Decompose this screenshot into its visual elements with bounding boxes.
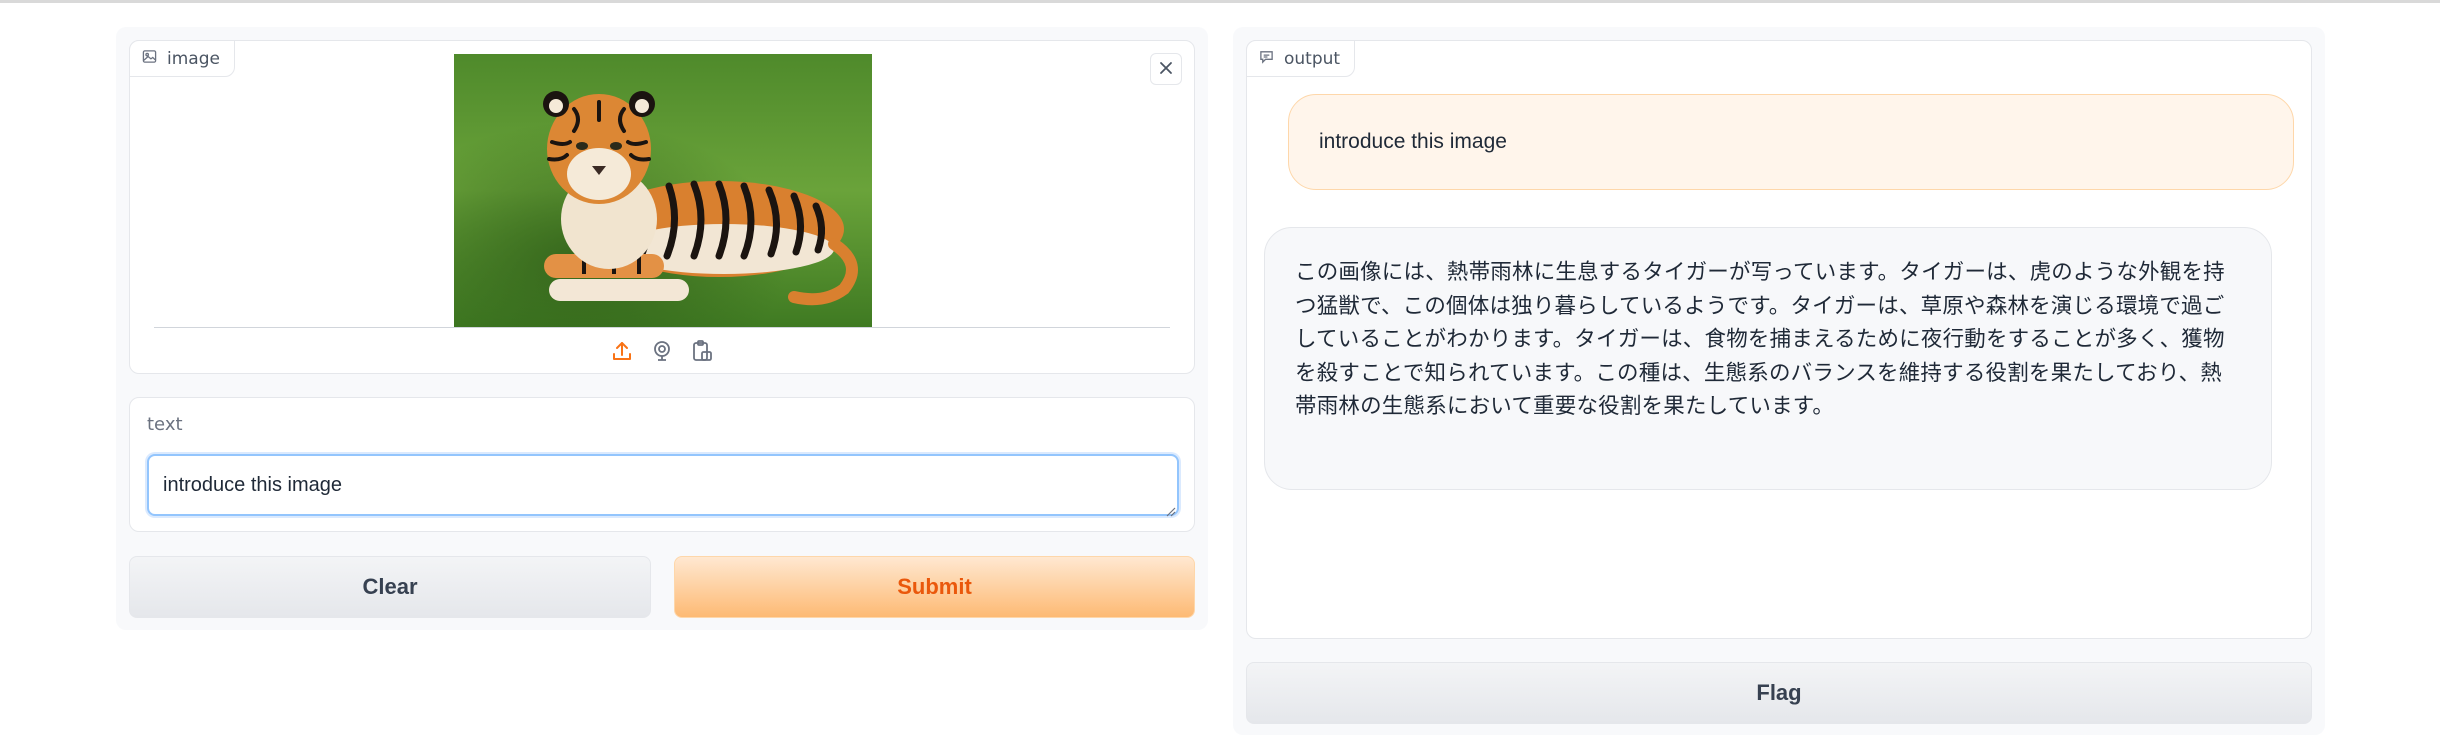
top-border — [0, 0, 2440, 3]
webcam-icon[interactable] — [650, 339, 674, 363]
image-icon — [142, 49, 157, 69]
image-input-panel[interactable]: image — [129, 40, 1195, 374]
text-input-field[interactable]: introduce this image — [147, 454, 1179, 516]
bot-message: この画像には、熱帯雨林に生息するタイガーが写っています。タイガーは、虎のような外… — [1264, 227, 2272, 490]
chat-icon — [1259, 49, 1274, 69]
image-label-chip: image — [129, 40, 235, 77]
chatbot-output-panel: output introduce this image この画像には、熱帯雨林に… — [1246, 40, 2312, 639]
image-source-selector — [130, 335, 1194, 367]
submit-button[interactable]: Submit — [674, 556, 1195, 618]
resize-grip-icon[interactable] — [1166, 502, 1191, 528]
upload-icon[interactable] — [610, 339, 634, 363]
clear-image-button[interactable] — [1150, 53, 1182, 85]
clear-button[interactable]: Clear — [129, 556, 651, 618]
flag-button[interactable]: Flag — [1246, 662, 2312, 724]
image-label: image — [167, 48, 220, 69]
close-icon — [1159, 60, 1173, 79]
output-label: output — [1284, 48, 1341, 69]
text-input-panel: text introduce this image — [129, 397, 1195, 532]
text-label: text — [147, 414, 183, 435]
image-divider — [154, 327, 1170, 328]
uploaded-image — [454, 54, 872, 327]
clipboard-icon[interactable] — [690, 339, 714, 363]
user-message: introduce this image — [1288, 94, 2294, 190]
output-label-chip: output — [1246, 40, 1356, 77]
output-column: output introduce this image この画像には、熱帯雨林に… — [1233, 27, 2325, 735]
input-column: image text introduce this image Clear Su… — [116, 27, 1208, 630]
